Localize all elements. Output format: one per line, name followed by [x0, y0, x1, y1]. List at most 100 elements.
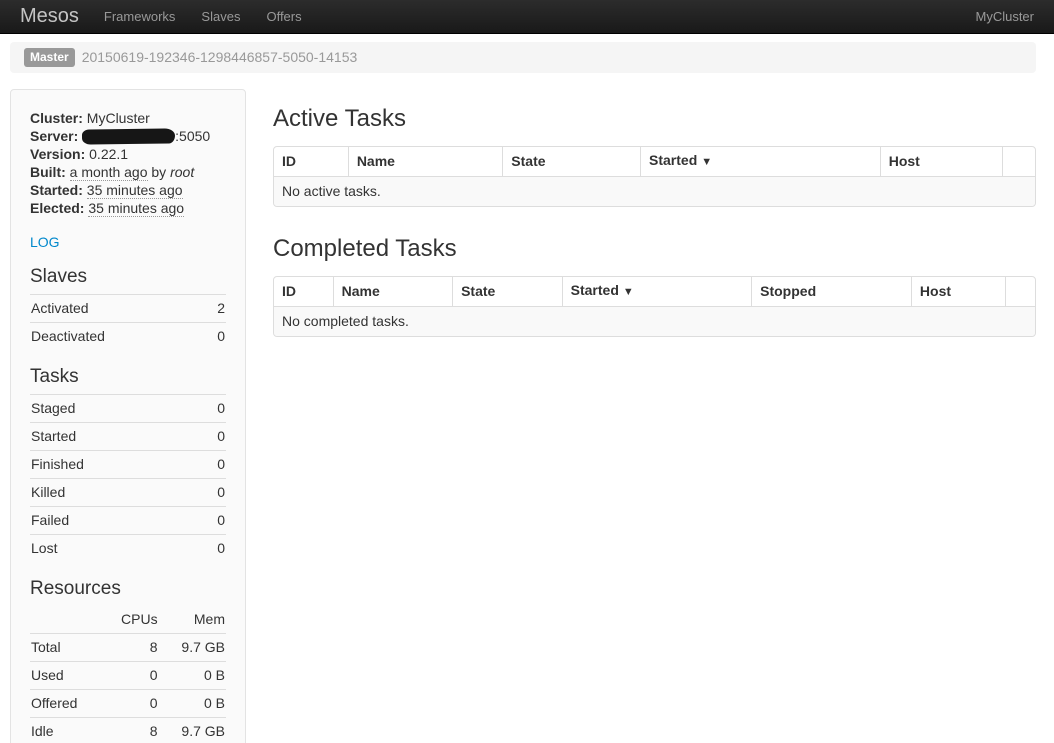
mem-header: Mem [159, 606, 226, 634]
stat-row-started: Started0 [30, 423, 226, 451]
column-header-host[interactable]: Host [880, 147, 1003, 176]
column-header-state[interactable]: State [502, 147, 640, 176]
column-header-started-label: Started [649, 152, 697, 168]
active-tasks-title: Active Tasks [273, 105, 1036, 133]
stat-value: 0 [196, 507, 226, 535]
resource-cpus: 8 [102, 718, 159, 743]
stat-row-deactivated: Deactivated0 [30, 323, 226, 351]
resources-empty-header [30, 606, 102, 634]
brand-mesos[interactable]: Mesos [20, 0, 79, 33]
stat-value: 0 [196, 479, 226, 507]
column-header-empty [1002, 147, 1035, 176]
stat-row-activated: Activated2 [30, 295, 226, 323]
stat-value: 0 [196, 423, 226, 451]
nav-offers[interactable]: Offers [253, 0, 314, 33]
column-header-empty [1005, 277, 1035, 306]
resource-mem: 0 B [159, 690, 226, 718]
redaction-scribble [82, 128, 175, 144]
nav-frameworks[interactable]: Frameworks [91, 0, 189, 33]
resource-cpus: 0 [102, 662, 159, 690]
stat-value: 0 [196, 395, 226, 423]
cluster-line: Cluster: MyCluster [30, 109, 226, 127]
sort-desc-icon: ▼ [623, 286, 634, 298]
resource-row-total: Total89.7 GB [30, 634, 226, 662]
stat-value: 0 [204, 323, 226, 351]
content-area: Cluster: MyCluster Server: :5050 Version… [10, 89, 1036, 743]
completed-tasks-header-row: ID Name State Started ▼ Stopped Host [274, 277, 1035, 306]
resources-header-row: CPUs Mem [30, 606, 226, 634]
stat-value: 2 [204, 295, 226, 323]
resource-cpus: 0 [102, 690, 159, 718]
stat-label: Started [30, 423, 196, 451]
started-line: Started: 35 minutes ago [30, 181, 226, 199]
master-badge: Master [24, 48, 75, 67]
column-header-name[interactable]: Name [348, 147, 502, 176]
resource-label: Used [30, 662, 102, 690]
slaves-table: Activated2 Deactivated0 [30, 294, 226, 350]
column-header-started[interactable]: Started ▼ [640, 147, 880, 176]
built-line: Built: a month ago by root [30, 163, 226, 181]
sidebar-panel: Cluster: MyCluster Server: :5050 Version… [10, 89, 246, 743]
resource-row-idle: Idle89.7 GB [30, 718, 226, 743]
version-line: Version: 0.22.1 [30, 145, 226, 163]
stat-label: Deactivated [30, 323, 204, 351]
stat-value: 0 [196, 535, 226, 563]
resource-cpus: 8 [102, 634, 159, 662]
stat-label: Staged [30, 395, 196, 423]
main-content: Active Tasks ID Name State Started ▼ Host… [273, 89, 1036, 337]
resource-mem: 9.7 GB [159, 634, 226, 662]
resource-label: Offered [30, 690, 102, 718]
stat-row-lost: Lost0 [30, 535, 226, 563]
column-header-stopped[interactable]: Stopped [751, 277, 911, 306]
navbar-cluster-name: MyCluster [975, 9, 1034, 24]
started-value: 35 minutes ago [87, 182, 183, 199]
elected-label: Elected: [30, 200, 84, 216]
server-line: Server: :5050 [30, 127, 226, 145]
stat-row-killed: Killed0 [30, 479, 226, 507]
master-id: 20150619-192346-1298446857-5050-14153 [82, 49, 358, 65]
cpus-header: CPUs [102, 606, 159, 634]
started-label: Started: [30, 182, 83, 198]
version-label: Version: [30, 146, 85, 162]
stat-label: Activated [30, 295, 204, 323]
resource-label: Idle [30, 718, 102, 743]
stat-value: 0 [196, 451, 226, 479]
empty-state-row: No active tasks. [274, 176, 1035, 206]
column-header-started[interactable]: Started ▼ [562, 277, 751, 306]
resource-mem: 9.7 GB [159, 718, 226, 743]
column-header-started-label: Started [571, 282, 619, 298]
column-header-id[interactable]: ID [274, 147, 348, 176]
top-navbar: Mesos Frameworks Slaves Offers MyCluster [0, 0, 1054, 34]
column-header-id[interactable]: ID [274, 277, 333, 306]
no-active-tasks-message: No active tasks. [274, 176, 1035, 206]
tasks-heading: Tasks [30, 366, 226, 388]
stat-label: Finished [30, 451, 196, 479]
server-port: :5050 [175, 128, 210, 144]
log-link[interactable]: LOG [30, 234, 60, 250]
column-header-state[interactable]: State [452, 277, 562, 306]
tasks-table: Staged0 Started0 Finished0 Killed0 Faile… [30, 394, 226, 562]
elected-line: Elected: 35 minutes ago [30, 199, 226, 217]
built-label: Built: [30, 164, 66, 180]
empty-state-row: No completed tasks. [274, 306, 1035, 336]
active-tasks-header-row: ID Name State Started ▼ Host [274, 147, 1035, 176]
no-completed-tasks-message: No completed tasks. [274, 306, 1035, 336]
column-header-host[interactable]: Host [911, 277, 1005, 306]
stat-label: Lost [30, 535, 196, 563]
stat-row-staged: Staged0 [30, 395, 226, 423]
resources-heading: Resources [30, 578, 226, 600]
column-header-name[interactable]: Name [333, 277, 452, 306]
resource-row-used: Used00 B [30, 662, 226, 690]
sort-desc-icon: ▼ [701, 156, 712, 168]
cluster-info: Cluster: MyCluster Server: :5050 Version… [30, 109, 226, 217]
stat-row-failed: Failed0 [30, 507, 226, 535]
slaves-heading: Slaves [30, 266, 226, 288]
cluster-label: Cluster: [30, 110, 83, 126]
completed-tasks-title: Completed Tasks [273, 235, 1036, 263]
built-value: a month ago [70, 164, 148, 181]
main-nav: Frameworks Slaves Offers [91, 0, 315, 33]
built-user: root [170, 164, 194, 180]
nav-slaves[interactable]: Slaves [188, 0, 253, 33]
built-by: by [151, 164, 166, 180]
resource-label: Total [30, 634, 102, 662]
